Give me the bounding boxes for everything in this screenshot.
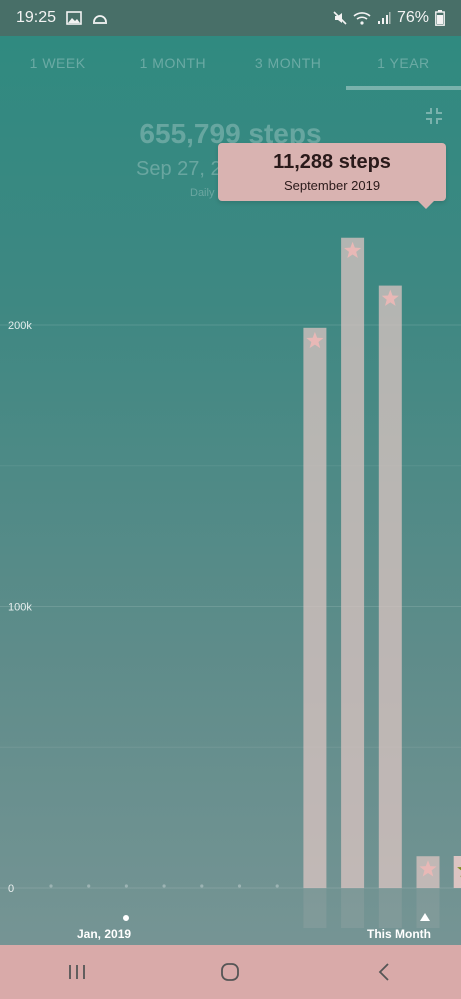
recent-apps-icon [68, 965, 85, 979]
empty-month-dot [275, 884, 279, 888]
summary-sub: Daily [190, 187, 215, 199]
y-tick-label: 200k [8, 320, 32, 332]
back-button[interactable] [354, 952, 414, 992]
system-nav-bar [0, 945, 461, 999]
x-label-end: This Month [367, 927, 431, 941]
chart-bar[interactable] [378, 285, 402, 889]
tooltip-value: 11,288 steps [273, 151, 391, 173]
home-button[interactable] [200, 952, 260, 992]
chart-bar-reflection [303, 888, 327, 928]
empty-month-dot [200, 884, 204, 888]
arc-icon [92, 12, 108, 24]
chart-bar[interactable] [303, 327, 327, 888]
recent-apps-button[interactable] [47, 952, 107, 992]
back-icon [378, 963, 389, 981]
chart-bar-reflection [378, 888, 402, 928]
empty-month-dot [124, 884, 128, 888]
chart-bar-selected[interactable] [453, 856, 461, 888]
empty-month-dot [49, 884, 53, 888]
range-tabs: 1 WEEK 1 MONTH 3 MONTH 1 YEAR [0, 36, 461, 90]
battery-percent: 76% [396, 9, 429, 26]
tab-1-week[interactable]: 1 WEEK [0, 36, 115, 90]
home-icon [221, 963, 240, 981]
summary-date: Sep 27, 2 [136, 158, 222, 180]
y-tick-label: 100k [8, 602, 32, 614]
tab-3-month[interactable]: 3 MONTH [231, 36, 346, 90]
empty-month-dot [87, 884, 91, 888]
wifi-icon [353, 11, 371, 25]
selection-tooltip: 11,288 steps September 2019 [218, 143, 446, 209]
y-tick-label: 0 [8, 883, 14, 895]
image-icon [66, 11, 82, 25]
steps-chart[interactable]: 0 100k 200k Jan, 2019 This Month [0, 200, 461, 945]
mute-icon [333, 11, 347, 25]
chart-bar-reflection [416, 888, 440, 928]
chart-bar-reflection [341, 888, 365, 928]
tooltip-period: September 2019 [283, 178, 381, 193]
tab-1-year[interactable]: 1 YEAR [345, 36, 461, 90]
battery-icon [435, 10, 445, 26]
tab-1-month[interactable]: 1 MONTH [115, 36, 230, 90]
x-label-start: Jan, 2019 [77, 927, 131, 941]
signal-icon [377, 11, 391, 25]
x-marker-dot [123, 915, 129, 921]
empty-month-dot [162, 884, 166, 888]
status-time: 19:25 [16, 9, 57, 26]
chart-bar[interactable] [341, 237, 365, 889]
empty-month-dot [237, 884, 242, 888]
status-bar: 19:25 76% [0, 0, 461, 36]
